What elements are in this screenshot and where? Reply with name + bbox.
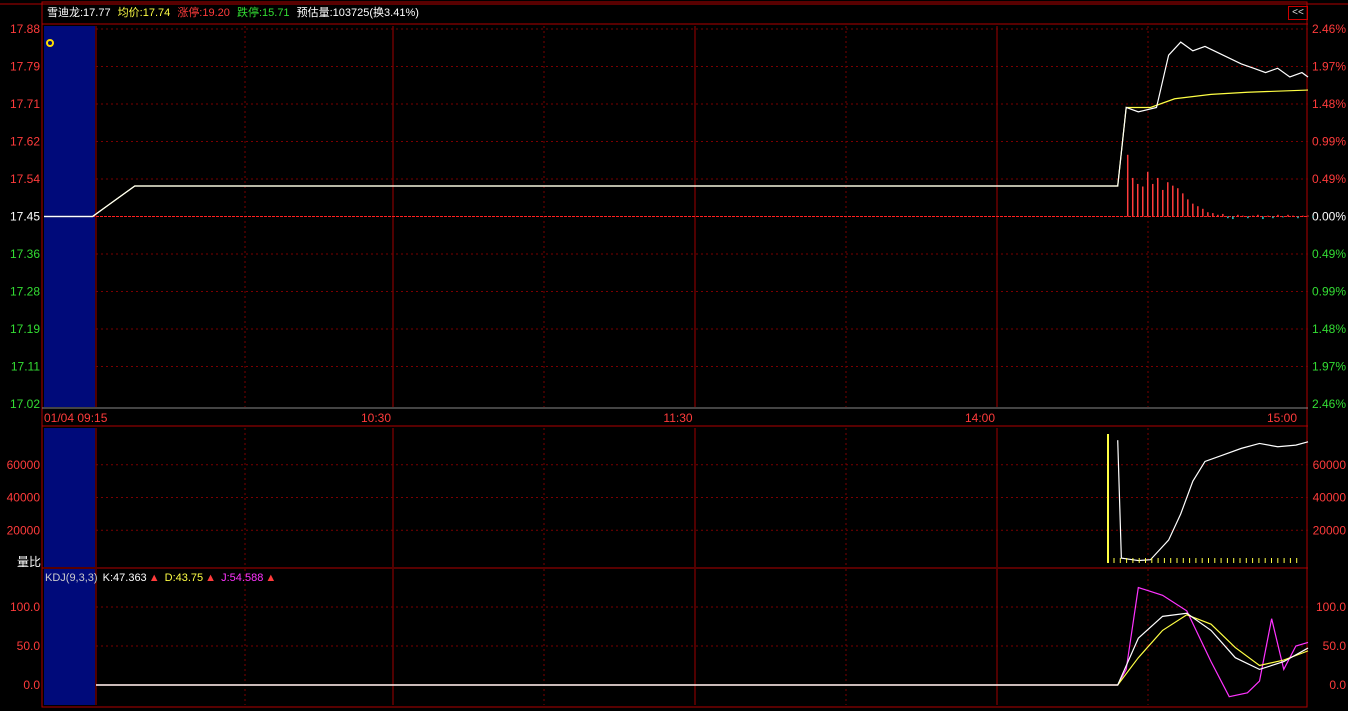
kdj-tick-right-1: 50.0 [1323, 639, 1347, 653]
vr-tick-right-2: 20000 [1313, 523, 1347, 537]
kdj-tick-left-2: 0.0 [23, 678, 40, 692]
limit-down-label: 跌停:15.71 [236, 7, 290, 19]
price-tick-right-0: 2.46% [1312, 22, 1346, 36]
up-arrow-icon: ▲ [205, 572, 217, 584]
price-tick-left-7: 17.28 [10, 285, 40, 299]
price-tick-right-10: 2.46% [1312, 397, 1346, 411]
vr-tick-left-2: 20000 [7, 523, 41, 537]
price-tick-left-8: 17.19 [10, 322, 40, 336]
price-tick-right-8: 1.48% [1312, 322, 1346, 336]
est-volume-label: 预估量:103725(换3.41%) [296, 7, 419, 19]
price-tick-left-1: 17.79 [10, 60, 40, 74]
auction-session-bg-3 [44, 569, 95, 705]
time-tick-3: 14:00 [965, 411, 995, 425]
quote-header: 雪迪龙:17.77 均价:17.74 涨停:19.20 跌停:15.71 预估量… [47, 6, 423, 20]
stock-price-label: 雪迪龙:17.77 [47, 7, 111, 19]
price-tick-left-9: 17.11 [11, 360, 40, 374]
up-arrow-icon: ▲ [148, 572, 160, 584]
price-line [44, 41, 1309, 218]
auction-session-bg-2 [44, 428, 95, 567]
volume-ratio-label: 量比 [17, 555, 42, 569]
price-tick-right-9: 1.97% [1312, 360, 1346, 374]
price-tick-left-4: 17.54 [10, 172, 40, 186]
kdj-j-line [96, 586, 1309, 698]
price-tick-left-10: 17.02 [10, 397, 40, 411]
avg-price-label: 均价:17.74 [117, 7, 171, 19]
intraday-chart[interactable]: 17.88 2.46% 17.79 1.97% 17.71 1.48% 17.62 0.99%… [0, 0, 1348, 711]
price-tick-left-6: 17.36 [10, 247, 40, 261]
vr-tick-right-0: 60000 [1313, 458, 1347, 472]
kdj-tick-right-2: 0.0 [1329, 678, 1346, 692]
price-tick-left-3: 17.62 [10, 135, 40, 149]
price-tick-right-2: 1.48% [1312, 97, 1346, 111]
kdj-j-value: J:54.588 [221, 572, 264, 584]
time-tick-1: 10:30 [361, 411, 391, 425]
price-tick-right-6: 0.49% [1312, 247, 1346, 261]
volume-ratio-line [1117, 440, 1309, 562]
time-tick-2: 11:30 [663, 411, 692, 425]
price-tick-left-2: 17.71 [10, 97, 40, 111]
price-tick-left-5: 17.45 [10, 210, 40, 224]
kdj-tick-left-1: 50.0 [17, 639, 41, 653]
kdj-legend: KDJ(9,3,3) K:47.363 ▲ D:43.75 ▲ J:54.588 ▲ [45, 571, 278, 585]
vr-tick-left-0: 60000 [7, 458, 41, 472]
up-arrow-icon: ▲ [265, 572, 277, 584]
kdj-k-value: K:47.363 [102, 572, 147, 584]
price-tick-right-4: 0.49% [1312, 172, 1346, 186]
price-tick-right-5: 0.00% [1312, 210, 1346, 224]
kdj-tick-left-0: 100.0 [10, 600, 40, 614]
kdj-d-value: D:43.75 [164, 572, 204, 584]
price-tick-right-7: 0.99% [1312, 285, 1346, 299]
price-tick-right-3: 0.99% [1312, 135, 1346, 149]
time-tick-0: 01/04 09:15 [44, 411, 108, 425]
chart-border [41, 1, 1308, 708]
price-tick-right-1: 1.97% [1312, 60, 1346, 74]
collapse-button[interactable]: << [1288, 6, 1308, 20]
vr-tick-right-1: 40000 [1313, 491, 1347, 505]
avg-price-line [44, 89, 1309, 218]
price-tick-left-0: 17.88 [10, 22, 40, 36]
vr-tick-left-1: 40000 [7, 491, 41, 505]
kdj-d-line [96, 614, 1309, 686]
limit-up-label: 涨停:19.20 [177, 7, 230, 19]
kdj-tick-right-0: 100.0 [1316, 600, 1346, 614]
kdj-name: KDJ(9,3,3) [45, 572, 98, 584]
time-tick-4: 15:00 [1267, 411, 1297, 425]
